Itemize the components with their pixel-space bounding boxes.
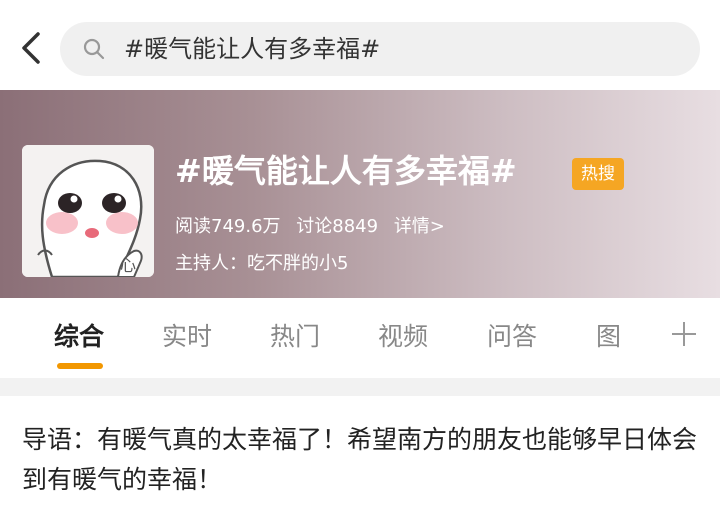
- topic-banner: 心 #暖气能让人有多幸福# 热搜 阅读749.6万 讨论8849 详情> 主持人…: [0, 90, 720, 298]
- discussion-count: 讨论8849: [296, 216, 379, 237]
- topic-avatar[interactable]: 心: [22, 145, 154, 277]
- search-query[interactable]: #暖气能让人有多幸福#: [124, 34, 380, 64]
- more-tabs-button[interactable]: [666, 314, 702, 354]
- tab-video[interactable]: 视频: [378, 320, 428, 354]
- topic-intro: 导语：有暖气真的太幸福了！希望南方的朋友也能够早日体会到有暖气的幸福！: [22, 425, 698, 494]
- search-icon: [83, 38, 105, 60]
- emoji-avatar-image: 心: [22, 145, 154, 277]
- tab-hot[interactable]: 热门: [270, 320, 320, 354]
- plus-icon: [672, 322, 696, 346]
- tab-comprehensive[interactable]: 综合: [54, 320, 104, 354]
- topic-host[interactable]: 主持人：吃不胖的小5: [175, 252, 348, 276]
- topic-stats: 阅读749.6万 讨论8849 详情>: [175, 215, 455, 239]
- active-tab-indicator: [57, 363, 103, 369]
- chevron-left-icon: [22, 32, 40, 64]
- tab-realtime[interactable]: 实时: [162, 320, 212, 354]
- tab-qa[interactable]: 问答: [487, 320, 537, 354]
- top-bar: #暖气能让人有多幸福#: [0, 0, 720, 90]
- search-bar[interactable]: #暖气能让人有多幸福#: [60, 22, 700, 76]
- back-button[interactable]: [14, 28, 50, 68]
- details-link[interactable]: 详情>: [394, 216, 445, 237]
- section-divider: [0, 378, 720, 396]
- read-count: 阅读749.6万: [175, 216, 281, 237]
- avatar-heart-text: 心: [120, 256, 136, 275]
- hot-search-badge: 热搜: [572, 158, 624, 190]
- topic-title: #暖气能让人有多幸福#: [175, 152, 517, 190]
- tab-bar: 综合 实时 热门 视频 问答 图: [0, 298, 720, 378]
- tab-images[interactable]: 图: [596, 320, 621, 354]
